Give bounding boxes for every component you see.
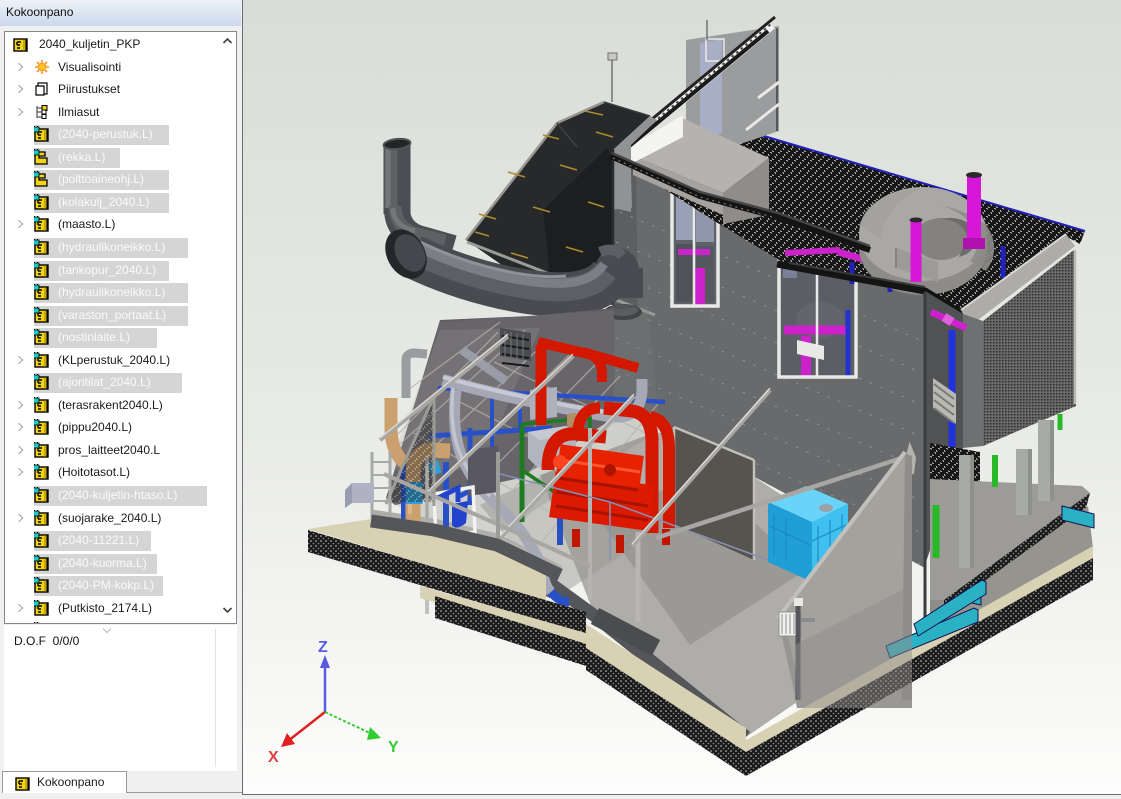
svg-text:Z: Z	[318, 639, 328, 656]
svg-text:Y: Y	[388, 739, 399, 756]
svg-text:X: X	[268, 749, 279, 766]
